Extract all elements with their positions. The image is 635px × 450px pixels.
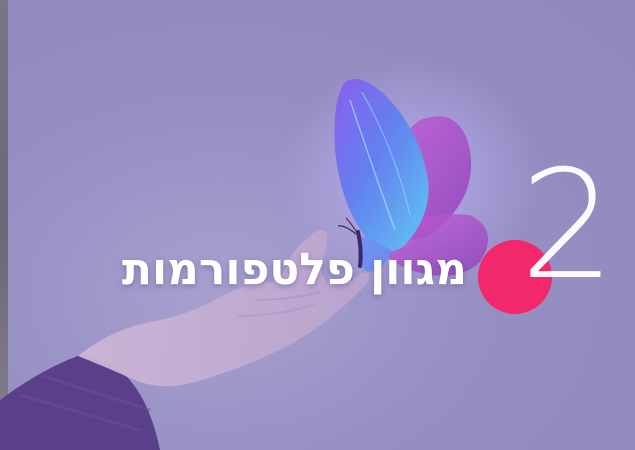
slide-title: מגוון פלטפורמות (121, 244, 467, 295)
slide-number: 2 (520, 139, 616, 313)
slide-canvas: 2 מגוון פלטפורמות (0, 0, 635, 450)
